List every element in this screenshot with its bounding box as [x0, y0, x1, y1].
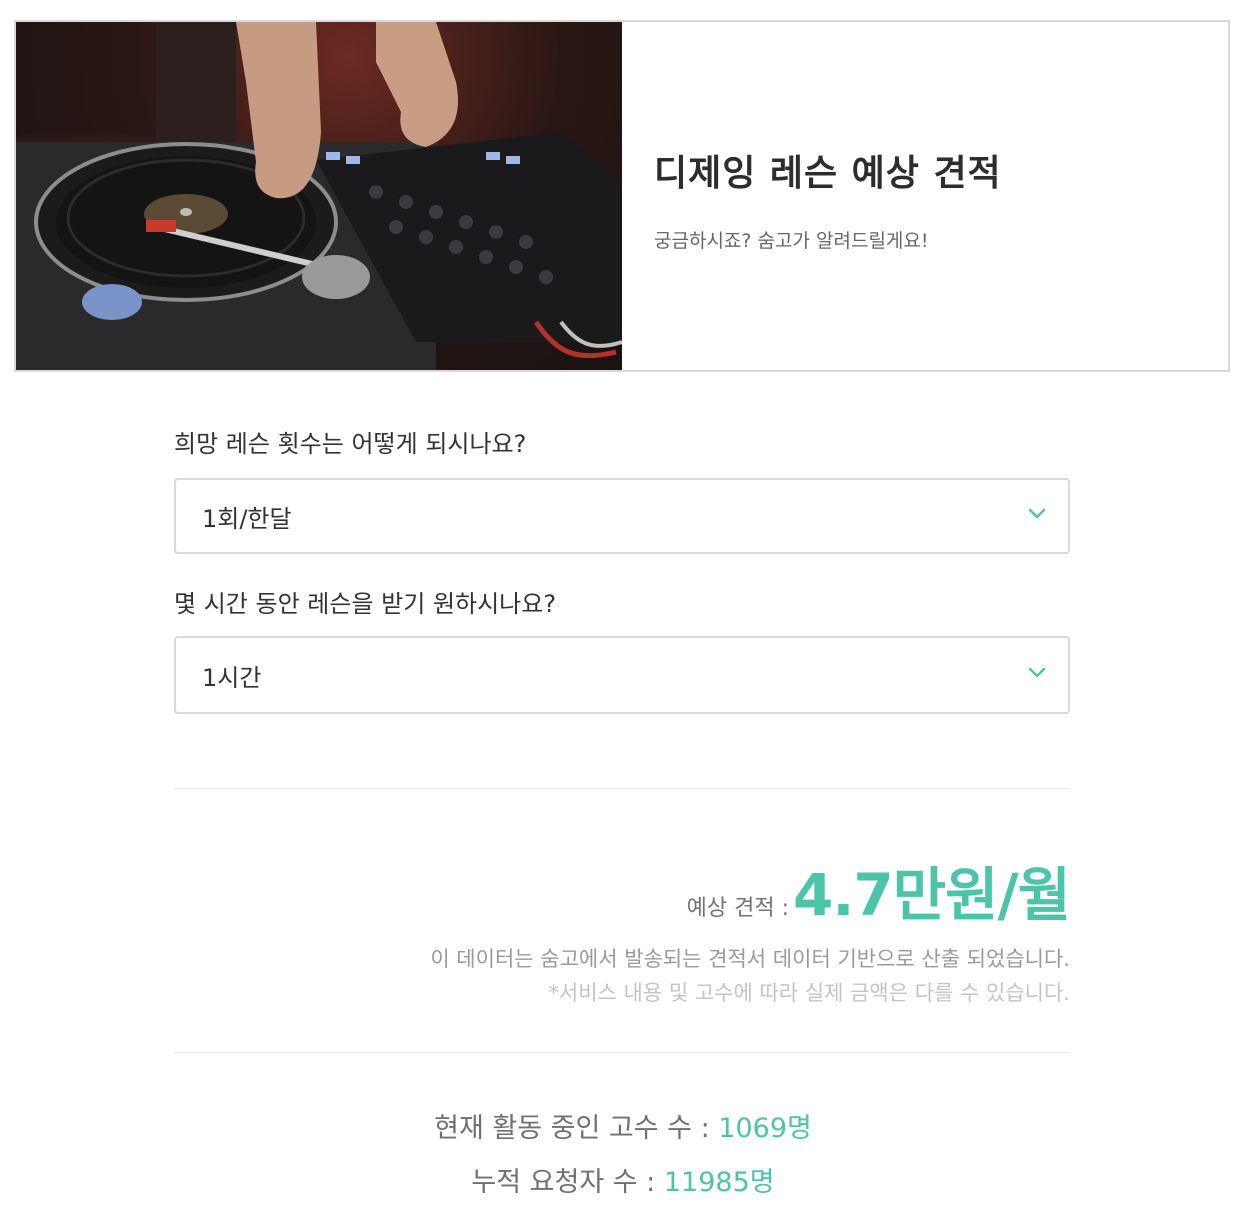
- lesson-duration-select[interactable]: 1시간: [174, 636, 1070, 714]
- data-source-note: 이 데이터는 숨고에서 발송되는 견적서 데이터 기반으로 산출 되었습니다.: [430, 947, 1070, 971]
- active-pros-label: 현재 활동 중인 고수 수 :: [434, 1113, 710, 1144]
- page-title: 디제잉 레슨 예상 견적: [654, 152, 1002, 194]
- lesson-duration-label: 몇 시간 동안 레슨을 받기 원하시나요?: [174, 590, 557, 618]
- estimate-value: 4.7만원/월: [792, 861, 1071, 929]
- chevron-down-icon: [1028, 667, 1046, 678]
- lesson-frequency-label: 희망 레슨 횟수는 어떻게 되시나요?: [174, 430, 527, 458]
- divider: [174, 1052, 1070, 1053]
- hero-text: 디제잉 레슨 예상 견적 궁금하시죠? 숨고가 알려드릴게요!: [622, 22, 1228, 370]
- requesters-stat: 누적 요청자 수 : 11985명: [0, 1160, 1246, 1199]
- requesters-label: 누적 요청자 수 :: [471, 1167, 656, 1198]
- disclaimer-note: *서비스 내용 및 고수에 따라 실제 금액은 다를 수 있습니다.: [548, 981, 1070, 1005]
- page-subtitle: 궁금하시죠? 숨고가 알려드릴게요!: [654, 229, 929, 252]
- dj-turntable-image: [16, 22, 622, 370]
- lesson-frequency-value: 1회/한달: [202, 504, 292, 533]
- active-pros-value: 1069명: [718, 1113, 812, 1144]
- active-pros-stat: 현재 활동 중인 고수 수 : 1069명: [0, 1106, 1246, 1145]
- requesters-value: 11985명: [663, 1167, 775, 1198]
- lesson-duration-value: 1시간: [202, 663, 262, 692]
- estimate-summary: 예상 견적 : 4.7만원/월: [686, 848, 1071, 932]
- divider: [174, 788, 1070, 789]
- estimate-label: 예상 견적 :: [686, 896, 789, 921]
- lesson-frequency-select[interactable]: 1회/한달: [174, 478, 1070, 554]
- hero-banner: 디제잉 레슨 예상 견적 궁금하시죠? 숨고가 알려드릴게요!: [14, 20, 1230, 372]
- chevron-down-icon: [1028, 508, 1046, 519]
